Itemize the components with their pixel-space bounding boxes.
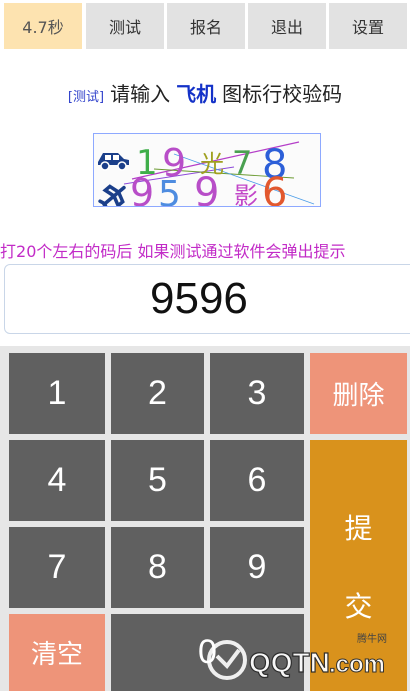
test-tag: [测试] [67,90,105,105]
captcha-char: 9 [194,170,219,206]
key-7[interactable]: 7 [9,527,105,608]
captcha-image[interactable]: 1 9 光 7 8 9 5 9 影 6 [93,133,321,216]
answer-value: 9596 [150,274,248,323]
hint-before: 打 [0,242,17,261]
captcha-prompt: [测试] 请输入 飞机 图标行校验码 [0,78,410,107]
hint-text: 打20个左右的码后 如果测试通过软件会弹出提示 [0,238,410,262]
key-3[interactable]: 3 [210,353,304,434]
key-2[interactable]: 2 [111,353,204,434]
qqtn-logo: 腾牛网 QQTN .com [207,632,387,680]
key-8[interactable]: 8 [111,527,204,608]
key-5[interactable]: 5 [111,440,204,521]
hint-after: 个左右的码后 如果测试通过软件会弹出提示 [36,242,346,261]
timer-tab[interactable]: 4.7秒 [4,3,82,49]
captcha-graphic: 1 9 光 7 8 9 5 9 影 6 [98,141,315,216]
tab-test[interactable]: 测试 [86,3,164,49]
watermark-site: 腾牛网 [357,632,387,645]
delete-button[interactable]: 删除 [310,353,407,434]
captcha-char: 9 [130,171,154,206]
clear-button[interactable]: 清空 [9,614,105,691]
submit-label-1: 提 [344,511,373,545]
prompt-suffix: 图标行校验码 [222,82,343,106]
captcha-char: 7 [232,144,252,182]
key-1[interactable]: 1 [9,353,105,434]
qqtn-watermark: 腾牛网 QQTN .com [205,630,405,688]
answer-input[interactable]: 9596 [4,264,410,334]
captcha-char: 影 [234,182,258,206]
key-4[interactable]: 4 [9,440,105,521]
tab-exit[interactable]: 退出 [248,3,326,49]
tab-bar: 4.7秒 测试 报名 退出 设置 [0,0,410,52]
captcha-char: 6 [262,170,287,206]
captcha-char: 5 [158,174,181,206]
prompt-prefix: 请输入 [110,82,171,106]
watermark-domain: .com [329,651,385,678]
watermark-brand: QQTN [249,647,330,678]
car-icon [98,153,129,171]
key-9[interactable]: 9 [210,527,304,608]
key-6[interactable]: 6 [210,440,304,521]
hint-count: 20 [16,242,37,261]
tab-settings[interactable]: 设置 [329,3,407,49]
submit-label-2: 交 [344,589,373,623]
prompt-target: 飞机 [176,82,217,106]
tab-register[interactable]: 报名 [167,3,245,49]
